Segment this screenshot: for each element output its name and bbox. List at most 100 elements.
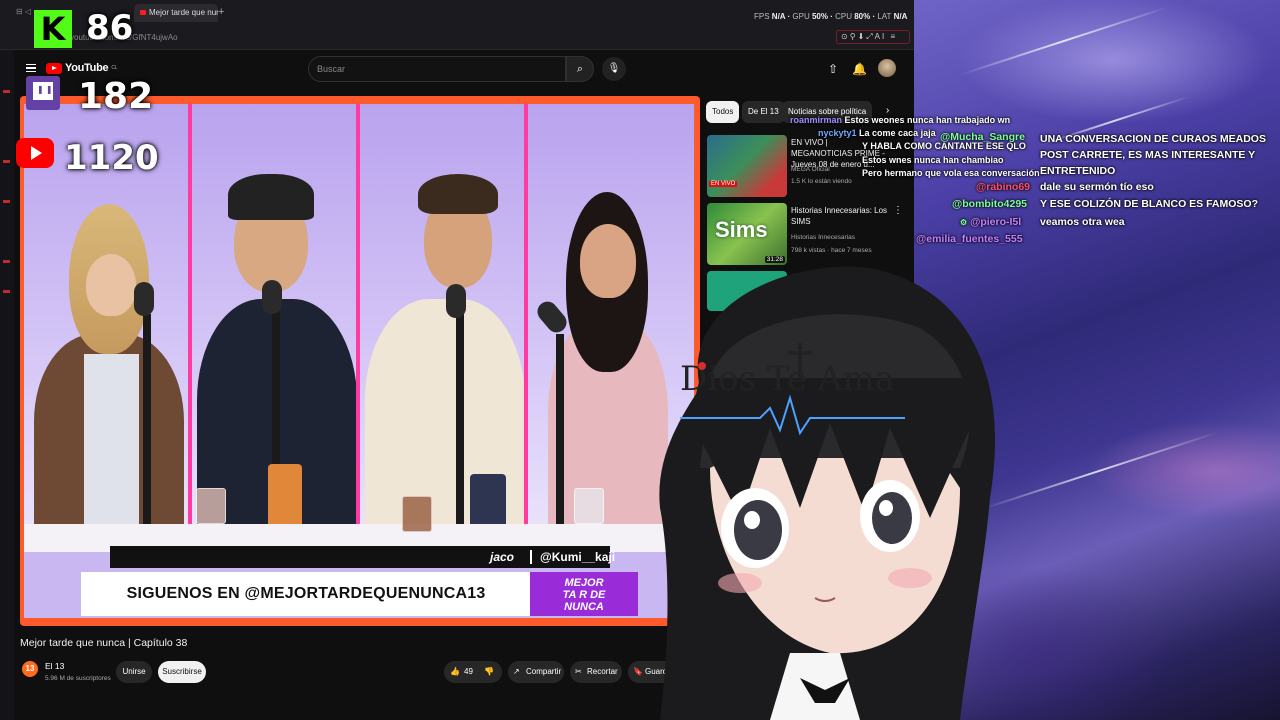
search-icon[interactable]: ⌕ — [566, 56, 594, 82]
rec-channel-2[interactable]: Historias Innecesarias — [791, 234, 855, 241]
like-count[interactable]: 49 — [464, 661, 473, 683]
video-content[interactable]: jaco @Kumi__kaji SIGUENOS EN @MEJORTARDE… — [24, 104, 694, 618]
cpu-label: CPU — [835, 12, 852, 21]
live-badge: EN VIVO — [709, 181, 738, 187]
rec-thumbnail-2[interactable]: Sims 31:28 — [707, 203, 787, 265]
lat-label: LAT — [877, 12, 892, 21]
menu-icon[interactable] — [26, 64, 36, 72]
chat-user: @rabino69 — [976, 181, 1031, 193]
subscriber-count: 5.96 M de suscriptores — [45, 675, 111, 682]
upload-icon[interactable]: ⇧ — [828, 62, 838, 76]
screen: { "browser": { "tab_title": "Mejor tarde… — [0, 0, 1280, 720]
tab-youtube[interactable]: Mejor tarde que nunca — [134, 4, 218, 22]
chat-user: @bombito4295 — [952, 198, 1028, 210]
window-icons[interactable]: ⊟ ◁ — [16, 7, 31, 16]
glass — [196, 488, 226, 524]
chat-text: Estos weones nunca han trabajado wn — [844, 115, 1011, 125]
show-logo-line: TA R DE — [562, 589, 606, 601]
dislike-icon[interactable]: 👎 — [484, 661, 494, 683]
scissors-icon: ✂ — [575, 667, 582, 676]
gpu-value: 50% — [811, 12, 828, 21]
guest-3 — [360, 104, 526, 552]
account-avatar[interactable] — [878, 59, 896, 77]
follow-banner: SIGUENOS EN @MEJORTARDEQUENUNCA13 — [81, 572, 531, 616]
chat-text: Pero hermano que vola esa conversación — [862, 168, 1040, 178]
video-title: Mejor tarde que nunca | Capítulo 38 — [20, 637, 188, 649]
chat-user: @Mucha_Sangre — [940, 131, 1025, 143]
twitch-viewer-count: 182 — [78, 76, 154, 117]
chat-text: UNA CONVERSACION DE CURAOS MEADOS POST C… — [1040, 133, 1266, 177]
youtube-logo[interactable]: YouTube CL — [46, 62, 117, 74]
chat-message: ⚙ @piero-I5l — [960, 216, 1021, 228]
youtube-play-icon — [46, 62, 62, 74]
chip-todos[interactable]: Todos — [706, 101, 740, 123]
youtube-favicon-icon — [140, 10, 146, 15]
chip-de-el-13[interactable]: De El 13 — [742, 101, 785, 123]
subscribe-button[interactable]: Suscribirse — [158, 661, 206, 683]
chat-user: nyckyty1 — [818, 128, 857, 138]
share-button[interactable]: ↗ Compartir — [508, 661, 564, 683]
youtube-icon — [16, 138, 54, 168]
chat-text: La come caca jaja — [859, 128, 936, 138]
clip-button[interactable]: ✂ Recortar — [570, 661, 622, 683]
avatar-shirt-text: Dios Te Ama — [680, 359, 895, 399]
logo-region: CL — [111, 65, 118, 71]
logo-text: YouTube — [65, 62, 109, 74]
bell-icon[interactable]: 🔔 — [852, 62, 867, 76]
more-vert-icon[interactable]: ⋮ — [893, 205, 903, 216]
chat-user: @emilia_fuentes_555 — [916, 233, 1023, 245]
share-label: Compartir — [526, 667, 562, 676]
performance-overlay: FPS N/A · GPU 50% · CPU 80% · LAT N/A — [754, 12, 908, 21]
camera-panel-2 — [192, 104, 360, 552]
cpu-value: 80% — [854, 12, 871, 21]
tab-title: Mejor tarde que nunca — [149, 8, 218, 17]
clip-label: Recortar — [587, 667, 618, 676]
rec-meta-1: 1.5 K lo están viendo — [791, 178, 852, 185]
chat-text: Estos wnes nunca han chambiao — [862, 155, 1004, 165]
lower-third-names: jaco @Kumi__kaji — [110, 546, 615, 568]
like-icon[interactable]: 👍 — [450, 661, 460, 683]
moderator-icon: ⚙ — [960, 218, 968, 227]
guest-2 — [192, 104, 358, 552]
channel-avatar[interactable]: 13 — [22, 661, 38, 677]
chat-message: roanmirman Estos weones nunca han trabaj… — [790, 115, 1010, 125]
new-tab-button[interactable]: + — [218, 6, 224, 18]
guest-handle: @Kumi__kaji — [530, 550, 615, 564]
chat-message: Pero hermano que vola esa conversación — [862, 168, 1040, 178]
rec-thumbnail-1[interactable]: EN VIVO — [707, 135, 787, 197]
guest-name: jaco — [490, 550, 515, 564]
show-logo-line: NUNCA — [564, 601, 604, 613]
chat-text: Y ESE COLIZÓN DE BLANCO ES FAMOSO? — [1040, 198, 1258, 210]
fps-value: N/A — [771, 12, 786, 21]
gpu-label: GPU — [792, 12, 810, 21]
rec-title-2[interactable]: Historias Innecesarias: Los SIMS — [791, 205, 891, 227]
camera-panel-3 — [360, 104, 528, 552]
tab-bar: ⊟ ◁ Mejor tarde que nunca + FPS N/A · GP… — [0, 0, 914, 26]
chat-text: dale su sermón tío eso — [1040, 181, 1154, 193]
fps-label: FPS — [754, 12, 770, 21]
chat-user: @piero-I5l — [970, 216, 1022, 228]
chat-user: roanmirman — [790, 115, 843, 125]
lat-value: N/A — [893, 12, 908, 21]
rec-meta-2: 798 k vistas · hace 7 meses — [791, 247, 872, 254]
youtube-viewer-count: 1120 — [64, 138, 159, 178]
kick-viewer-count: 86 — [86, 8, 134, 48]
chat-message: Estos wnes nunca han chambiao — [862, 155, 1004, 165]
show-logo: MEJOR TA R DE NUNCA — [530, 572, 638, 616]
search-input[interactable]: Buscar — [308, 56, 566, 82]
mic-icon[interactable]: 🎙 — [602, 57, 626, 81]
vtuber-avatar: Dios Te Ama — [659, 266, 995, 720]
show-logo-line: MEJOR — [564, 577, 604, 589]
browser-sidebar — [0, 50, 14, 720]
chat-message: nyckyty1 La come caca jaja — [818, 128, 936, 138]
like-dislike-group: 👍 49 👎 — [444, 661, 502, 683]
twitch-icon — [26, 76, 60, 110]
glass — [402, 496, 432, 532]
rec-channel-1[interactable]: MEGA Oficial — [791, 166, 830, 173]
join-button[interactable]: Unirse — [116, 661, 152, 683]
share-icon: ↗ — [513, 667, 520, 676]
address-bar[interactable]: youtube.com/live/GfNT4ujwAo — [0, 26, 914, 50]
browser-extensions[interactable]: ⊙⚲⬇⤢AI ≡ — [836, 30, 910, 44]
channel-name[interactable]: El 13 — [45, 661, 64, 671]
glass — [574, 488, 604, 524]
